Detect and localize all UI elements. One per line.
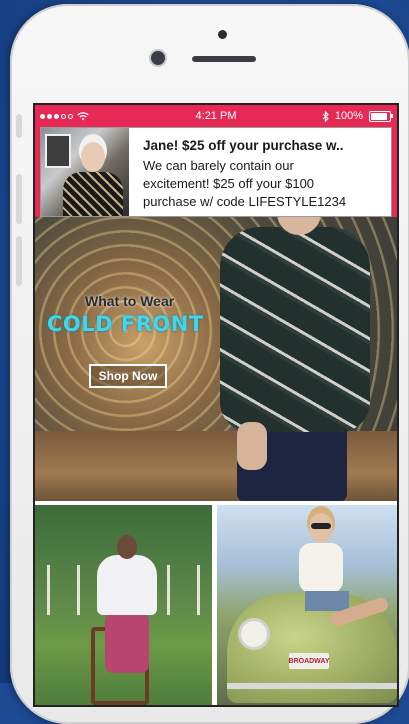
battery-percent: 100% bbox=[334, 110, 363, 122]
notification-body-line-1: We can barely contain our bbox=[143, 158, 294, 173]
hero-banner[interactable]: What to Wear COLD FRONT Shop Now bbox=[35, 217, 397, 501]
proximity-sensor bbox=[218, 30, 227, 39]
speaker-icon bbox=[192, 56, 256, 62]
push-notification[interactable]: Jane! $25 off your purchase w.. We can b… bbox=[40, 127, 392, 217]
notification-title: Jane! $25 off your purchase w.. bbox=[143, 138, 344, 153]
tile-model-image bbox=[91, 535, 157, 705]
notification-body-line-3: purchase w/ code LIFESTYLE1234 bbox=[143, 194, 347, 209]
hero-title: COLD FRONT bbox=[47, 312, 204, 336]
status-bar: 4:21 PM 100% bbox=[35, 105, 397, 127]
shop-now-button[interactable]: Shop Now bbox=[89, 364, 167, 388]
notification-text: Jane! $25 off your purchase w.. We can b… bbox=[129, 128, 354, 216]
product-tile-orchard[interactable] bbox=[35, 505, 212, 705]
product-tile-car[interactable]: BROADWAY bbox=[217, 505, 397, 705]
volume-down-button bbox=[16, 236, 22, 286]
battery-icon bbox=[369, 110, 393, 122]
notification-thumbnail bbox=[41, 128, 129, 216]
hero-kicker: What to Wear bbox=[85, 293, 175, 309]
volume-up-button bbox=[16, 174, 22, 224]
hero-model-image bbox=[215, 217, 375, 501]
camera-icon bbox=[151, 51, 165, 65]
tile-model-image bbox=[289, 513, 390, 693]
bluetooth-icon bbox=[322, 110, 329, 122]
mute-switch bbox=[16, 114, 22, 138]
notification-body-line-2: excitement! $25 off your $100 bbox=[143, 176, 315, 191]
status-right: 100% bbox=[322, 110, 393, 122]
screen: 4:21 PM 100% Jane! $25 off your purchase… bbox=[33, 103, 399, 707]
